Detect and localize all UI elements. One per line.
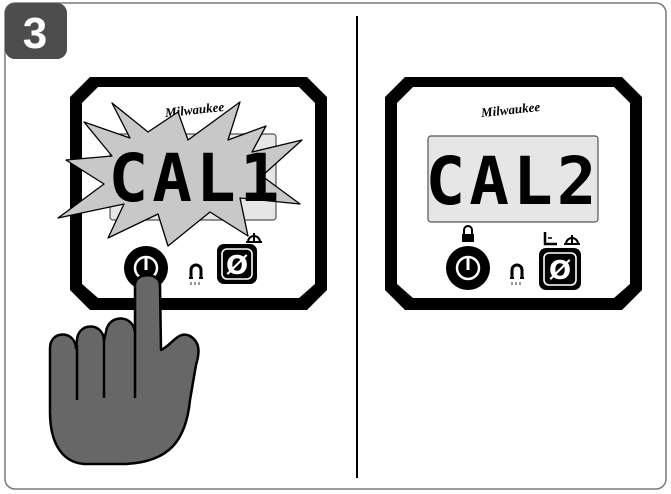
left-zero-button[interactable]: Ø [217, 244, 257, 284]
instruction-figure: 3 Milwaukee CAL1 Ø Milwaukee CAL2 Ø [4, 2, 667, 490]
left-zero-glyph: Ø [226, 251, 248, 281]
step-number: 3 [23, 9, 47, 58]
right-zero-button[interactable]: Ø [539, 248, 581, 290]
right-lcd-readout: CAL2 [426, 143, 601, 220]
right-device: Milwaukee CAL2 Ø [385, 77, 642, 310]
right-power-button[interactable] [446, 246, 490, 290]
right-zero-glyph: Ø [549, 256, 571, 286]
left-lcd-readout: CAL1 [109, 140, 284, 217]
step-badge: 3 [5, 3, 67, 59]
